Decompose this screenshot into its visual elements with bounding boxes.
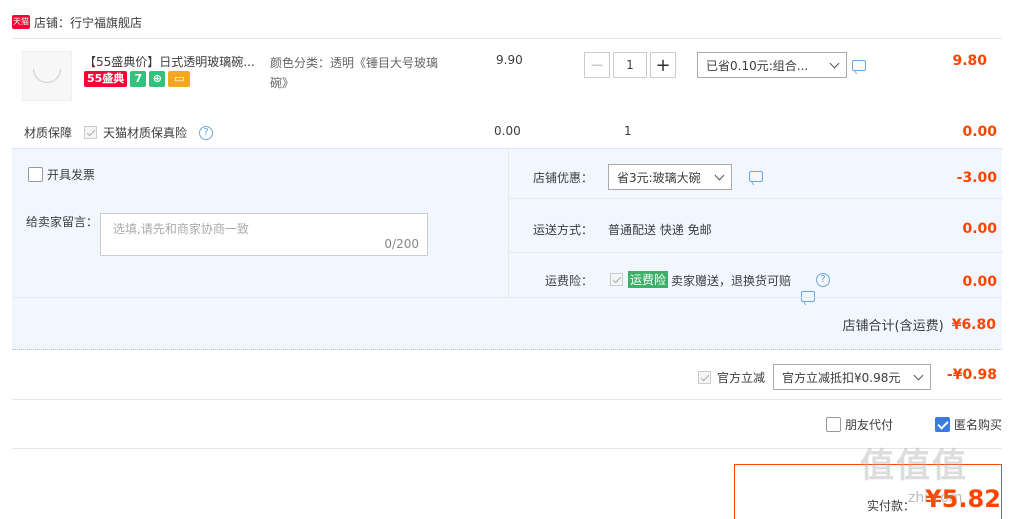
item-thumbnail[interactable]: [22, 51, 72, 101]
decrease-qty-button[interactable]: −: [584, 52, 610, 78]
site-watermark: 值值值: [860, 446, 968, 486]
anonymous-option[interactable]: 匿名购买: [935, 416, 1002, 433]
divider: [12, 297, 1002, 298]
shipping-label: 运送方式：: [533, 223, 594, 237]
message-label: 给卖家留言：: [26, 215, 99, 229]
official-discount-value: 官方立减抵扣¥0.98元: [782, 370, 901, 385]
friend-pay-label: 朋友代付: [845, 418, 894, 432]
divider: [12, 199, 508, 200]
order-info-right: 店铺优惠： 省3元:玻璃大碗 -3.00 运送方式： 普通配送 快递 免邮 0.…: [508, 149, 1003, 302]
material-total: 0.00: [962, 124, 997, 140]
shop-discount-select[interactable]: 省3元:玻璃大碗: [608, 164, 732, 190]
item-badges: 55盛典 7 ⊕ ▭: [84, 71, 191, 87]
quantity-stepper: − 1 +: [584, 52, 676, 78]
official-discount-checkbox[interactable]: [698, 370, 711, 384]
chevron-down-icon: [714, 170, 725, 180]
seller-message-input[interactable]: 选填,请先和商家协商一致 0/200: [100, 213, 428, 256]
invoice-option[interactable]: 开具发票: [28, 166, 95, 183]
insurance-amount: 0.00: [962, 274, 997, 290]
bowl-image-icon: [33, 69, 61, 83]
material-label: 材质保障: [24, 126, 73, 140]
official-discount-row: 官方立减 官方立减抵扣¥0.98元: [698, 364, 932, 390]
shop-discount-amount: -3.00: [956, 170, 997, 186]
divider: [12, 448, 1002, 449]
message-icon[interactable]: [749, 171, 763, 182]
official-discount-amount: -¥0.98: [946, 367, 997, 383]
friend-pay-checkbox[interactable]: [826, 417, 841, 432]
item-sku: 颜色分类：透明《锤目大号玻璃碗》: [270, 56, 439, 90]
material-checkbox[interactable]: [84, 126, 98, 139]
shop-discount-label: 店铺优惠：: [533, 171, 594, 185]
help-icon[interactable]: ?: [199, 125, 214, 140]
quantity-input[interactable]: 1: [613, 52, 647, 78]
insurance-checkbox[interactable]: [610, 273, 623, 286]
anonymous-checkbox[interactable]: [935, 417, 950, 432]
card-pay-icon: ▭: [168, 71, 191, 87]
seven-day-return-icon: 7: [130, 71, 147, 87]
shipping-row: 运送方式： 普通配送 快递 免邮 0.00: [509, 199, 1003, 253]
order-info-left: 开具发票 给卖家留言： 选填,请先和商家协商一致 0/200: [12, 149, 508, 297]
site-watermark-sub: zhi.com: [908, 490, 963, 506]
invoice-checkbox[interactable]: [28, 167, 43, 182]
shop-total-row: 店铺合计(含运费) ¥6.80: [842, 315, 996, 335]
message-counter: 0/200: [384, 237, 419, 251]
shop-total-amount: ¥6.80: [951, 316, 996, 333]
shipping-amount: 0.00: [962, 221, 997, 237]
item-title-link[interactable]: 【55盛典价】日式透明玻璃碗...: [84, 53, 264, 70]
shop-name-link[interactable]: 店铺：行宁福旗舰店: [34, 14, 142, 31]
shop-total-label: 店铺合计(含运费): [842, 319, 944, 334]
unit-price: 9.90: [496, 53, 523, 67]
insurance-desc: 卖家赠送，退换货可赔: [671, 274, 792, 288]
shop-header: 天猫 店铺：行宁福旗舰店: [12, 12, 142, 32]
increase-qty-button[interactable]: +: [650, 52, 676, 78]
anonymous-label: 匿名购买: [954, 418, 1003, 432]
insurance-tag: 运费险: [628, 271, 669, 288]
official-discount-select[interactable]: 官方立减抵扣¥0.98元: [773, 364, 932, 390]
item-discount-select[interactable]: 已省0.10元:组合...: [697, 52, 847, 78]
invoice-label: 开具发票: [47, 168, 96, 182]
item-total: 9.80: [952, 53, 987, 69]
message-placeholder: 选填,请先和商家协商一致: [113, 222, 249, 236]
gift-icon: ⊕: [149, 71, 166, 87]
order-info-panel: 开具发票 给卖家留言： 选填,请先和商家协商一致 0/200 店铺优惠： 省3元…: [12, 148, 1003, 350]
material-guarantee-row: 材质保障 天猫材质保真险 ?: [24, 124, 214, 141]
tmall-logo-icon: 天猫: [12, 15, 30, 29]
insurance-label: 运费险：: [545, 274, 594, 288]
shop-discount-value: 省3元:玻璃大碗: [617, 170, 701, 185]
friend-pay-option[interactable]: 朋友代付: [826, 416, 893, 433]
help-icon[interactable]: ?: [816, 273, 830, 287]
material-option: 天猫材质保真险: [103, 126, 188, 140]
material-qty: 1: [624, 124, 632, 138]
chevron-down-icon: [829, 58, 840, 68]
insurance-row: 运费险： 运费险 卖家赠送，退换货可赔 ? 0.00: [509, 253, 1003, 302]
item-discount-value: 已省0.10元:组合...: [706, 58, 809, 73]
message-icon[interactable]: [852, 60, 866, 71]
promo-badge: 55盛典: [84, 71, 128, 87]
material-price: 0.00: [494, 124, 521, 138]
official-discount-label: 官方立减: [717, 370, 766, 385]
shipping-value: 普通配送 快递 免邮: [608, 223, 712, 237]
shop-discount-row: 店铺优惠： 省3元:玻璃大碗 -3.00: [509, 149, 1003, 199]
chevron-down-icon: [913, 370, 924, 380]
divider: [12, 399, 1002, 400]
